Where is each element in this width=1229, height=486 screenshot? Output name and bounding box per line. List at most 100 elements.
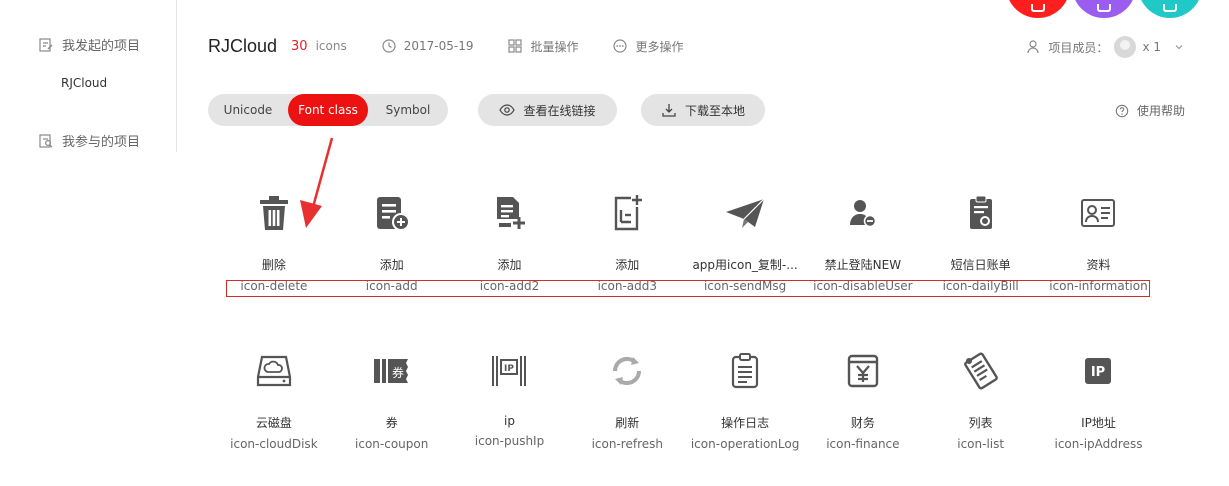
icon-card-list[interactable]: 列表 icon-list — [922, 348, 1040, 451]
page-title: RJCloud — [208, 35, 278, 56]
search-icon — [1031, 4, 1045, 12]
icon-name: 财务 — [850, 416, 875, 430]
icon-name: 云磁盘 — [255, 416, 292, 430]
cloud-disk-icon — [256, 355, 291, 387]
refresh-icon — [613, 356, 642, 386]
icon-card-information[interactable]: 资料 icon-information — [1040, 190, 1158, 293]
sidebar-joined-projects[interactable]: 我参与的项目 — [38, 131, 140, 150]
help-link[interactable]: 使用帮助 — [1115, 102, 1185, 119]
icon-card-ipAddress[interactable]: IP IP地址 icon-ipAddress — [1040, 348, 1158, 451]
tab-font-class[interactable]: Font class — [288, 94, 368, 126]
grid-icon — [508, 39, 523, 53]
icon-card-add[interactable]: 添加 icon-add — [333, 190, 451, 293]
icon-card-disableUser[interactable]: 禁止登陆NEW icon-disableUser — [804, 190, 922, 293]
icon-card-dailyBill[interactable]: 短信日账单 icon-dailyBill — [922, 190, 1040, 293]
trash-icon — [259, 196, 288, 230]
chevron-down-icon[interactable] — [1173, 41, 1185, 53]
icon-card-pushIp[interactable]: IP ip icon-pushIp — [451, 348, 569, 451]
list-add-icon — [376, 197, 410, 231]
icon-name: 资料 — [1086, 258, 1111, 272]
icon-card-add2[interactable]: 添加 icon-add2 — [451, 190, 569, 293]
code-fab[interactable] — [1138, 0, 1202, 18]
ip-address-icon: IP — [1085, 358, 1112, 384]
icon-class: icon-ipAddress — [1054, 437, 1143, 451]
sidebar-joined-label: 我参与的项目 — [62, 135, 141, 150]
help-icon — [1115, 104, 1129, 117]
yen-icon — [847, 354, 879, 388]
svg-text:IP: IP — [1091, 365, 1105, 380]
tab-unicode[interactable]: Unicode — [208, 94, 288, 126]
coupon-icon: 券 — [373, 359, 408, 383]
svg-text:IP: IP — [505, 364, 515, 374]
clipboard-log-icon — [731, 353, 759, 389]
members-icon — [1027, 40, 1040, 54]
search-fab[interactable] — [1006, 0, 1070, 18]
tab-symbol[interactable]: Symbol — [368, 94, 448, 126]
icon-name: 列表 — [968, 416, 993, 430]
font-class-highlight — [226, 280, 1150, 297]
more-operation-button[interactable]: 更多操作 — [612, 38, 684, 55]
project-header: RJCloud 30 icons 2017-05-19 批量操作 更多操作 项目… — [208, 32, 1189, 60]
download-local-label: 下载至本地 — [684, 103, 745, 118]
icon-name: 券 — [385, 416, 398, 430]
more-operation-label: 更多操作 — [635, 39, 684, 54]
icon-class: icon-pushIp — [474, 434, 545, 448]
search-doc-icon — [39, 133, 53, 148]
icon-name: 删除 — [261, 258, 286, 272]
list-sheet-icon — [963, 352, 998, 390]
members-label: 项目成员： — [1048, 40, 1109, 55]
sidebar-initiated-projects[interactable]: 我发起的项目 — [38, 35, 140, 54]
icon-card-operationLog[interactable]: 操作日志 icon-operationLog — [686, 348, 804, 451]
svg-text:券: 券 — [392, 365, 404, 380]
icon-class: icon-cloudDisk — [230, 437, 318, 451]
icon-name: IP地址 — [1081, 416, 1116, 430]
view-online-link-button[interactable]: 查看在线链接 — [478, 94, 617, 126]
icon-class: icon-refresh — [591, 437, 663, 451]
ip-box-icon: IP — [492, 356, 527, 386]
icon-count: 30 — [291, 38, 308, 54]
download-icon — [662, 104, 676, 117]
upload-icon — [1097, 4, 1111, 12]
icon-grid-row-2: 云磁盘 icon-cloudDisk 券 券 icon-coupon IP ip… — [215, 348, 1158, 451]
icon-name: 添加 — [497, 258, 522, 272]
avatar[interactable] — [1114, 36, 1137, 58]
icon-card-refresh[interactable]: 刷新 icon-refresh — [568, 348, 686, 451]
icon-card-cloudDisk[interactable]: 云磁盘 icon-cloudDisk — [215, 348, 333, 451]
format-tabs: Unicode Font class Symbol — [208, 94, 448, 126]
paper-plane-icon — [726, 198, 765, 228]
icon-class: icon-coupon — [355, 437, 429, 451]
icon-name: 禁止登陆NEW — [824, 258, 902, 272]
project-members[interactable]: 项目成员： x 1 — [1026, 36, 1185, 58]
view-online-link-label: 查看在线链接 — [523, 103, 596, 118]
icon-name: ip — [504, 414, 515, 428]
sidebar-initiated-label: 我发起的项目 — [62, 39, 141, 54]
doc-add-outline-icon — [615, 195, 643, 231]
icon-card-delete[interactable]: 删除 icon-delete — [215, 190, 333, 293]
sidebar-item-rjcloud[interactable]: RJCloud — [61, 76, 107, 90]
code-icon — [1163, 4, 1177, 12]
icon-class: icon-operationLog — [690, 437, 800, 451]
icon-count-label: icons — [315, 39, 347, 53]
more-icon — [613, 39, 628, 53]
icon-card-finance[interactable]: 财务 icon-finance — [804, 348, 922, 451]
icon-card-sendMsg[interactable]: app用icon_复制-... icon-sendMsg — [686, 190, 804, 293]
doc-add-icon — [497, 197, 526, 229]
icon-card-coupon[interactable]: 券 券 icon-coupon — [333, 348, 451, 451]
date-meta: 2017-05-19 — [381, 38, 474, 54]
batch-operation-button[interactable]: 批量操作 — [507, 38, 578, 55]
clipboard-gear-icon — [969, 195, 992, 229]
date-text: 2017-05-19 — [403, 39, 474, 53]
edit-doc-icon — [39, 37, 53, 52]
download-local-button[interactable]: 下载至本地 — [641, 94, 765, 126]
icon-class: icon-finance — [826, 437, 900, 451]
id-card-icon — [1081, 199, 1116, 227]
icon-card-add3[interactable]: 添加 icon-add3 — [568, 190, 686, 293]
clock-icon — [382, 39, 396, 53]
icon-name: 添加 — [379, 258, 404, 272]
upload-fab[interactable] — [1072, 0, 1136, 18]
eye-icon — [499, 104, 516, 116]
icon-grid-row-1: 删除 icon-delete 添加 icon-add 添加 icon-add2 … — [215, 190, 1158, 293]
help-label: 使用帮助 — [1136, 104, 1185, 118]
user-minus-icon — [849, 200, 877, 228]
members-count: x 1 — [1142, 40, 1161, 54]
